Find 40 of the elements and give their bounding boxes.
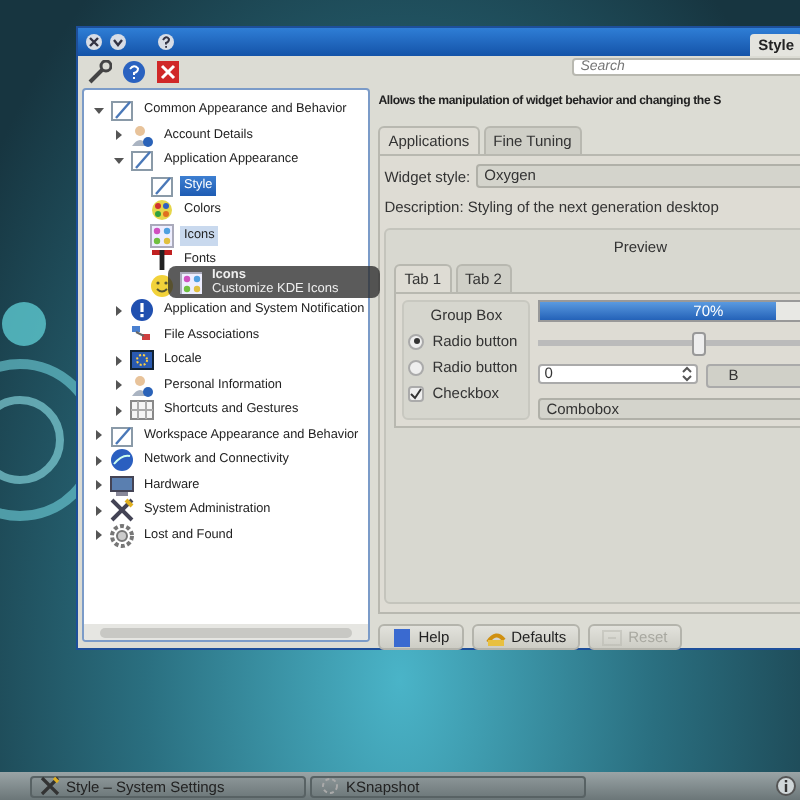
user-icon <box>130 373 154 398</box>
brush-canvas-icon <box>110 98 134 123</box>
tools-icon <box>40 776 60 796</box>
gear-icon <box>110 523 134 548</box>
tools-icon <box>110 498 134 523</box>
icon-grid-icon <box>180 271 202 293</box>
help-tool-button[interactable] <box>122 59 146 83</box>
exclamation-icon <box>130 298 154 323</box>
spinner-icon <box>320 776 340 796</box>
close-icon <box>88 36 100 48</box>
radio-button[interactable] <box>408 333 425 349</box>
computer-icon <box>110 473 134 498</box>
keyboard-icon <box>130 398 154 423</box>
slider-thumb[interactable] <box>691 332 706 357</box>
help-icon <box>122 59 146 83</box>
close-icon <box>156 59 180 83</box>
flag-icon <box>130 348 154 373</box>
globe-icon <box>110 448 134 473</box>
letter-t-icon <box>150 248 174 273</box>
help-book-icon <box>392 627 413 647</box>
horizontal-scrollbar[interactable] <box>84 624 369 640</box>
brush-canvas-icon <box>150 173 174 198</box>
brush-canvas-icon <box>130 148 154 173</box>
close-tool-button[interactable] <box>156 59 180 83</box>
minimize-icon <box>112 36 124 48</box>
checkbox[interactable] <box>408 385 425 401</box>
icon-grid-icon <box>150 223 174 248</box>
question-icon <box>160 36 172 48</box>
brush-canvas-icon <box>110 423 134 448</box>
close-button[interactable] <box>86 34 102 50</box>
user-icon <box>130 123 154 148</box>
radio-button[interactable] <box>408 359 425 375</box>
info-icon <box>776 776 796 796</box>
palette-icon <box>150 198 174 223</box>
checkmark-icon <box>410 387 423 399</box>
spin-arrows-icon <box>682 365 693 382</box>
help-button[interactable] <box>158 34 174 50</box>
minimize-button[interactable] <box>110 34 126 50</box>
reset-icon <box>602 627 623 647</box>
defaults-icon <box>485 627 506 647</box>
